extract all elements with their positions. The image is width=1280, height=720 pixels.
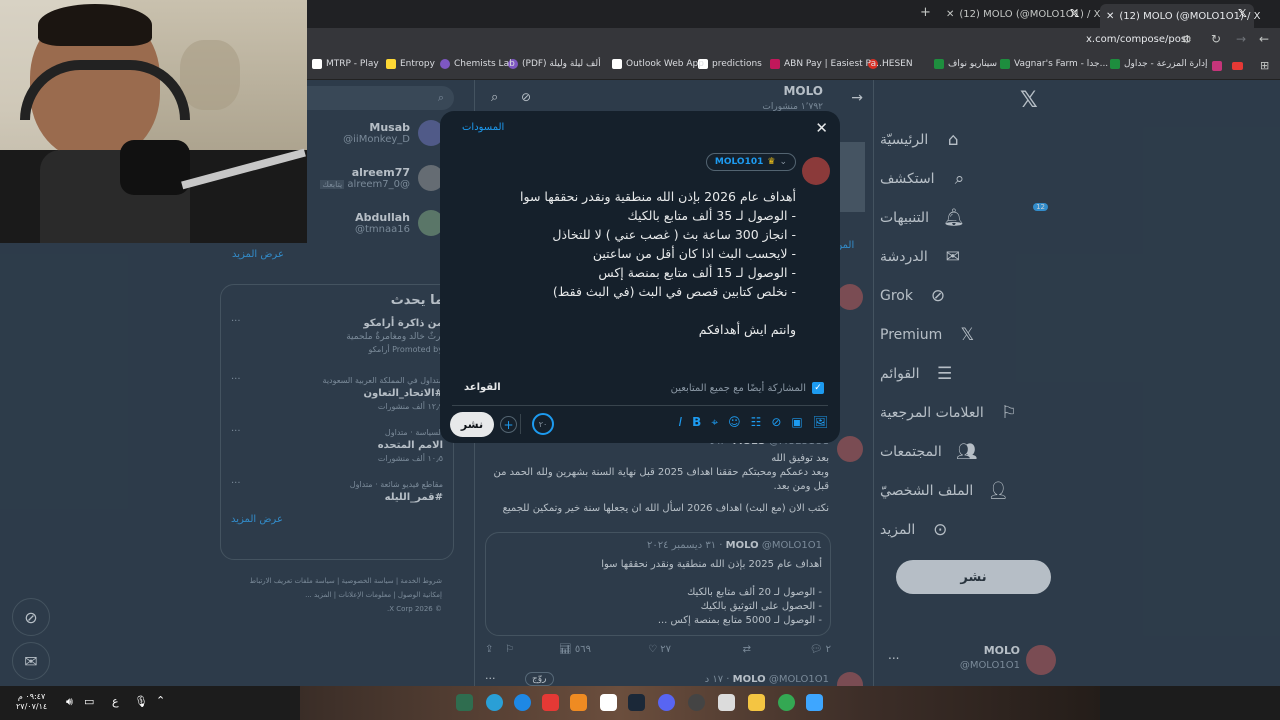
bookmark-item[interactable]: إدارة المزرعة - جداول [1110,59,1208,69]
poll-icon[interactable]: ☷ [751,415,762,430]
char-counter: ٢٠ [532,413,554,435]
file-explorer-icon[interactable] [748,694,765,711]
tune-icon[interactable]: ⚙ [1182,33,1192,46]
image-icon[interactable]: 🖼︎ [813,415,828,430]
app-icon[interactable] [600,694,617,711]
close-icon[interactable]: ✕ [815,119,828,137]
browser-tab-active[interactable]: ✕ (12) MOLO (@MOLO1O1) / X [1100,4,1260,28]
post-button[interactable]: نشر [450,412,494,437]
bookmark-item[interactable]: Entropy [386,59,435,69]
wall-decoration [180,40,240,110]
bookmark-item[interactable]: (PDF) ألف ليلة وليلة [508,59,601,69]
back-icon[interactable]: ← [1259,32,1269,46]
close-icon[interactable]: ✕ [946,9,954,20]
windows-start-icon[interactable] [806,694,823,711]
obs-icon[interactable] [688,694,705,711]
mic-icon[interactable]: 🎙︎ [134,695,148,708]
browser-tab[interactable]: ✕ (12) MOLO (@MOLO1O1) / X [940,4,1100,24]
checkbox-checked-icon[interactable]: ✓ [812,382,824,394]
share-with-followers[interactable]: ✓ المشاركة أيضًا مع جميع المتابعين [671,382,824,394]
crown-icon: ♛ [767,157,776,167]
bookmark-item[interactable]: Chemists Lab [440,59,515,69]
location-icon[interactable]: ⌖ [711,415,718,430]
new-tab-plus-icon[interactable]: + [920,5,931,20]
grok-icon[interactable]: ⊘ [771,415,781,430]
speaker-icon[interactable]: 🔊︎ [66,695,73,709]
compose-modal: ✕ المسودات MOLO101 ♛ ⌄ أهداف عام 2026 بإ… [440,111,840,443]
webcam-hair [38,4,152,46]
edge-icon[interactable] [514,694,531,711]
chevron-up-icon[interactable]: ⌃ [156,694,165,707]
close-icon[interactable]: ✕ [1106,11,1114,22]
x-favicon-icon: 𝕏 [1238,7,1247,20]
app-icon[interactable] [486,694,503,711]
gif-icon[interactable]: ▣ [791,415,802,430]
youtube-icon[interactable] [1232,62,1243,70]
app-icon[interactable] [542,694,559,711]
bold-icon[interactable]: B [692,415,701,430]
reload-icon[interactable]: ↻ [1211,32,1221,46]
audience-selector[interactable]: MOLO101 ♛ ⌄ [705,153,796,171]
bookmark-item[interactable]: Vagnar's Farm - جدا... [1000,59,1108,69]
app-icon[interactable] [718,694,735,711]
bookmark-item[interactable]: سيناريو نواف [934,59,997,69]
url-text[interactable]: x.com/compose/post [1086,34,1190,45]
bookmark-item[interactable]: Outlook Web App [612,59,704,69]
compose-toolbar: 🖼︎ ▣ ⊘ ☷ ☺ ⌖ B I [679,415,828,430]
divider [520,414,521,434]
bookmark-item[interactable]: predictions [698,59,762,69]
app-icon[interactable] [570,694,587,711]
apps-grid-icon[interactable]: ⊞ [1260,59,1269,72]
bookmark-favicon-icon[interactable] [1212,61,1222,71]
emoji-icon[interactable]: ☺ [728,415,741,430]
divider [452,405,828,406]
steam-icon[interactable] [628,694,645,711]
add-post-plus-icon[interactable]: + [500,416,517,433]
chrome-icon[interactable] [778,694,795,711]
x-favicon-icon: 𝕏 [1070,7,1079,20]
chevron-down-icon: ⌄ [779,157,787,167]
discord-icon[interactable] [658,694,675,711]
forward-icon[interactable]: → [1236,32,1246,46]
rules-link[interactable]: القواعد [464,382,501,393]
drafts-link[interactable]: المسودات [462,122,504,133]
avatar [802,157,830,185]
language-indicator[interactable]: ع [112,695,119,708]
windows-taskbar: ٠٩:٤٧ م ٢٧/٠٧/١٤ 🔊︎ ▭ ع 🎙︎ ⌃ [0,686,1280,720]
app-icon[interactable] [456,694,473,711]
bookmark-item[interactable]: MTRP - Play [312,59,379,69]
microphone [120,140,190,195]
clock[interactable]: ٠٩:٤٧ م ٢٧/٠٧/١٤ [16,692,47,712]
italic-icon[interactable]: I [679,415,683,430]
bookmark-item[interactable]: ABN Pay | Easiest Pa... [770,59,885,69]
compose-textarea[interactable]: أهداف عام 2026 بإذن الله منطقية ونقدر نح… [476,187,796,339]
webcam-overlay [0,0,307,243]
network-icon[interactable]: ▭ [84,695,94,708]
tab-title: (12) MOLO (@MOLO1O1) / X [959,8,1101,20]
